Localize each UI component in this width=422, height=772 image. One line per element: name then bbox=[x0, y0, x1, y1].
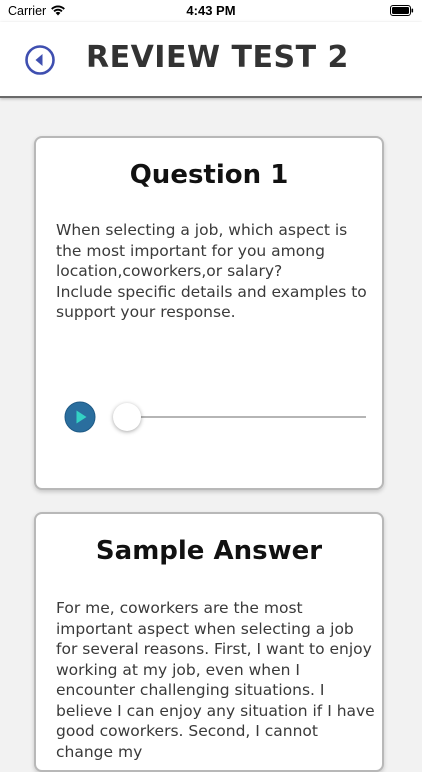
question-title: Question 1 bbox=[129, 160, 289, 190]
header-bar: REVIEW TEST 2 bbox=[0, 22, 422, 98]
sample-answer-card: Sample Answer For me, coworkers are the … bbox=[34, 512, 384, 772]
chevron-left-circle-icon bbox=[35, 54, 43, 66]
question-text: When selecting a job, which aspect is th… bbox=[56, 221, 367, 321]
back-button[interactable] bbox=[24, 44, 56, 76]
battery-full-icon bbox=[390, 5, 414, 16]
page-title: REVIEW TEST 2 bbox=[86, 40, 349, 75]
sample-answer-title: Sample Answer bbox=[95, 536, 323, 566]
sample-answer-text: For me, coworkers are the most important… bbox=[56, 599, 375, 761]
audio-progress-track[interactable] bbox=[128, 416, 366, 418]
play-button[interactable] bbox=[64, 401, 96, 433]
audio-progress-thumb[interactable] bbox=[113, 403, 141, 431]
status-bar: Carrier 4:43 PM bbox=[0, 0, 422, 22]
status-time: 4:43 PM bbox=[186, 3, 236, 18]
question-card: Question 1 When selecting a job, which a… bbox=[34, 136, 384, 490]
